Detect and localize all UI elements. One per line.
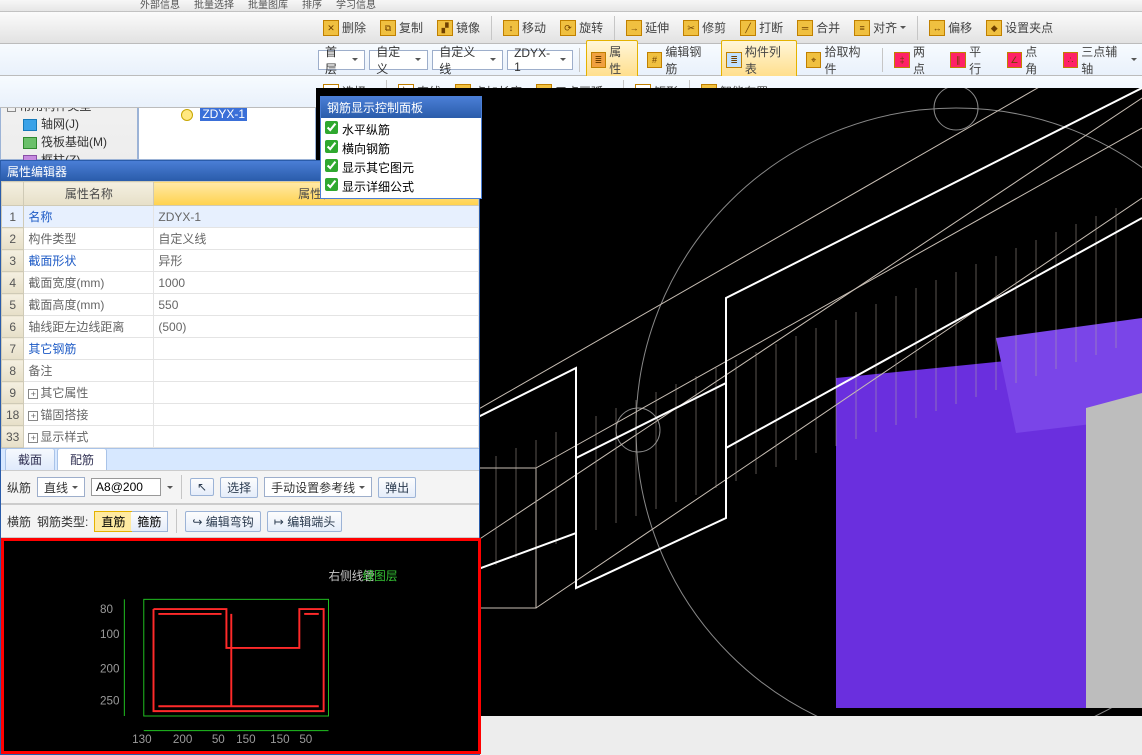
svg-text:150: 150: [236, 733, 256, 746]
parallel-button[interactable]: ∥平行: [945, 40, 997, 80]
ministrip-item[interactable]: 批量图库: [248, 0, 288, 12]
angle-button[interactable]: ∠点角: [1002, 40, 1054, 80]
property-row[interactable]: 7其它钢筋: [2, 338, 479, 360]
align-button[interactable]: ≡对齐: [849, 16, 911, 39]
checkbox-trans[interactable]: [325, 140, 338, 153]
svg-text:200: 200: [100, 662, 120, 675]
svg-text:150: 150: [270, 733, 290, 746]
svg-text:250: 250: [100, 694, 120, 707]
property-row[interactable]: 8备注: [2, 360, 479, 382]
grid-icon: [23, 119, 37, 131]
property-row[interactable]: 4截面宽度(mm)1000: [2, 272, 479, 294]
popout-button[interactable]: 弹出: [378, 477, 416, 498]
top-ministrip: 外部信息 批量选择 批量图库 排序 学习信息: [0, 0, 1142, 12]
move-button[interactable]: ↕移动: [498, 16, 551, 39]
rebar-spec-input[interactable]: [91, 478, 161, 496]
type-straight[interactable]: 直筋: [94, 511, 132, 532]
rotate-button[interactable]: ⟳旋转: [555, 16, 608, 39]
break-button[interactable]: ╱打断: [735, 16, 788, 39]
long-type-select[interactable]: 直线: [37, 477, 85, 497]
twopoint-button[interactable]: ‡两点: [889, 40, 941, 80]
attributes-toggle[interactable]: ≣属性: [586, 40, 638, 80]
ministrip-item[interactable]: 学习信息: [336, 0, 376, 12]
refline-select[interactable]: 手动设置参考线: [264, 477, 372, 497]
edit-rebar-button[interactable]: #编辑钢筋: [642, 40, 718, 80]
floor-selector[interactable]: 首层: [318, 50, 365, 70]
cursor-tool[interactable]: ↖: [190, 478, 214, 496]
tree-node[interactable]: 轴网(J): [3, 115, 135, 133]
raft-icon: [23, 137, 37, 149]
rebar-display-title: 钢筋显示控制面板: [321, 97, 481, 118]
pick-button[interactable]: ⌖拾取构件: [801, 40, 877, 80]
long-rebar-label: 纵筋: [7, 479, 31, 496]
complist-toggle[interactable]: ≣构件列表: [721, 40, 797, 80]
section-rebar-tabs: 截面 配筋: [1, 448, 479, 470]
tab-rebar[interactable]: 配筋: [57, 448, 107, 470]
property-row[interactable]: 33+显示样式: [2, 426, 479, 448]
merge-button[interactable]: ═合并: [792, 16, 845, 39]
property-row[interactable]: 1名称ZDYX-1: [2, 206, 479, 228]
checkbox-other[interactable]: [325, 159, 338, 172]
rebar-form: 纵筋 直线 ↖ 选择 手动设置参考线 弹出: [1, 470, 479, 504]
section-canvas[interactable]: 右侧线管 绿图层 80100 200250 130200 50150 15050: [1, 538, 481, 754]
trim-button[interactable]: ✂修剪: [678, 16, 731, 39]
property-grid[interactable]: 属性名称 属性值 1名称ZDYX-12构件类型自定义线3截面形状异形4截面宽度(…: [1, 181, 479, 448]
edit-head-button[interactable]: ↦ 编辑端头: [267, 511, 342, 532]
svg-text:绿图层: 绿图层: [363, 569, 398, 583]
mode-selector[interactable]: 自定义: [369, 50, 428, 70]
rebar-form-2: 横筋 钢筋类型: 直筋 箍筋 ↪ 编辑弯钩 ↦ 编辑端头: [1, 504, 479, 538]
property-row[interactable]: 6轴线距左边线距离(500): [2, 316, 479, 338]
property-row[interactable]: 5截面高度(mm)550: [2, 294, 479, 316]
property-row[interactable]: 2构件类型自定义线: [2, 228, 479, 250]
svg-text:80: 80: [100, 603, 113, 616]
copy-button[interactable]: ⧉复制: [375, 16, 428, 39]
checkbox-detail[interactable]: [325, 178, 338, 191]
ministrip-item[interactable]: 批量选择: [194, 0, 234, 12]
tree-node-selected[interactable]: ZDYX-1: [145, 106, 309, 122]
rebar-type-toggle[interactable]: 直筋 箍筋: [94, 511, 168, 532]
grip-button[interactable]: ◆设置夹点: [981, 16, 1058, 39]
svg-text:100: 100: [100, 628, 120, 641]
edit-hook-button[interactable]: ↪ 编辑弯钩: [185, 511, 260, 532]
svg-text:50: 50: [299, 733, 312, 746]
select-button[interactable]: 选择: [220, 477, 258, 498]
svg-text:130: 130: [132, 733, 152, 746]
threeaux-button[interactable]: ∴三点辅轴: [1058, 40, 1142, 80]
checkbox-horiz-long[interactable]: [325, 121, 338, 134]
ministrip-item[interactable]: 排序: [302, 0, 322, 12]
spec-dropdown-icon[interactable]: [167, 486, 173, 492]
delete-button[interactable]: ✕删除: [318, 16, 371, 39]
property-row[interactable]: 9+其它属性: [2, 382, 479, 404]
tree-node[interactable]: 筏板基础(M): [3, 133, 135, 151]
modeline-selector[interactable]: 自定义线: [432, 50, 503, 70]
code-selector[interactable]: ZDYX-1: [507, 50, 573, 70]
ribbon-selectors: 首层 自定义 自定义线 ZDYX-1 ≣属性 #编辑钢筋 ≣构件列表 ⌖拾取构件…: [0, 44, 1142, 76]
tab-section[interactable]: 截面: [5, 448, 55, 470]
mirror-button[interactable]: ▞镜像: [432, 16, 485, 39]
type-stirrup[interactable]: 箍筋: [131, 512, 167, 531]
svg-text:200: 200: [173, 733, 193, 746]
trans-rebar-label: 横筋: [7, 513, 31, 530]
property-row[interactable]: 3截面形状异形: [2, 250, 479, 272]
extend-button[interactable]: →延伸: [621, 16, 674, 39]
rebar-display-panel[interactable]: 钢筋显示控制面板 水平纵筋 横向钢筋 显示其它图元 显示详细公式: [320, 96, 482, 199]
property-row[interactable]: 18+锚固搭接: [2, 404, 479, 426]
component-icon: [181, 109, 193, 121]
svg-text:50: 50: [212, 733, 225, 746]
rebar-type-label: 钢筋类型:: [37, 513, 88, 530]
ministrip-item[interactable]: 外部信息: [140, 0, 180, 12]
property-editor: 属性编辑器 _ ▣ ✕ 属性名称 属性值 1名称ZDYX-12构件类型自定义线3…: [0, 160, 480, 755]
offset-button[interactable]: ↔偏移: [924, 16, 977, 39]
